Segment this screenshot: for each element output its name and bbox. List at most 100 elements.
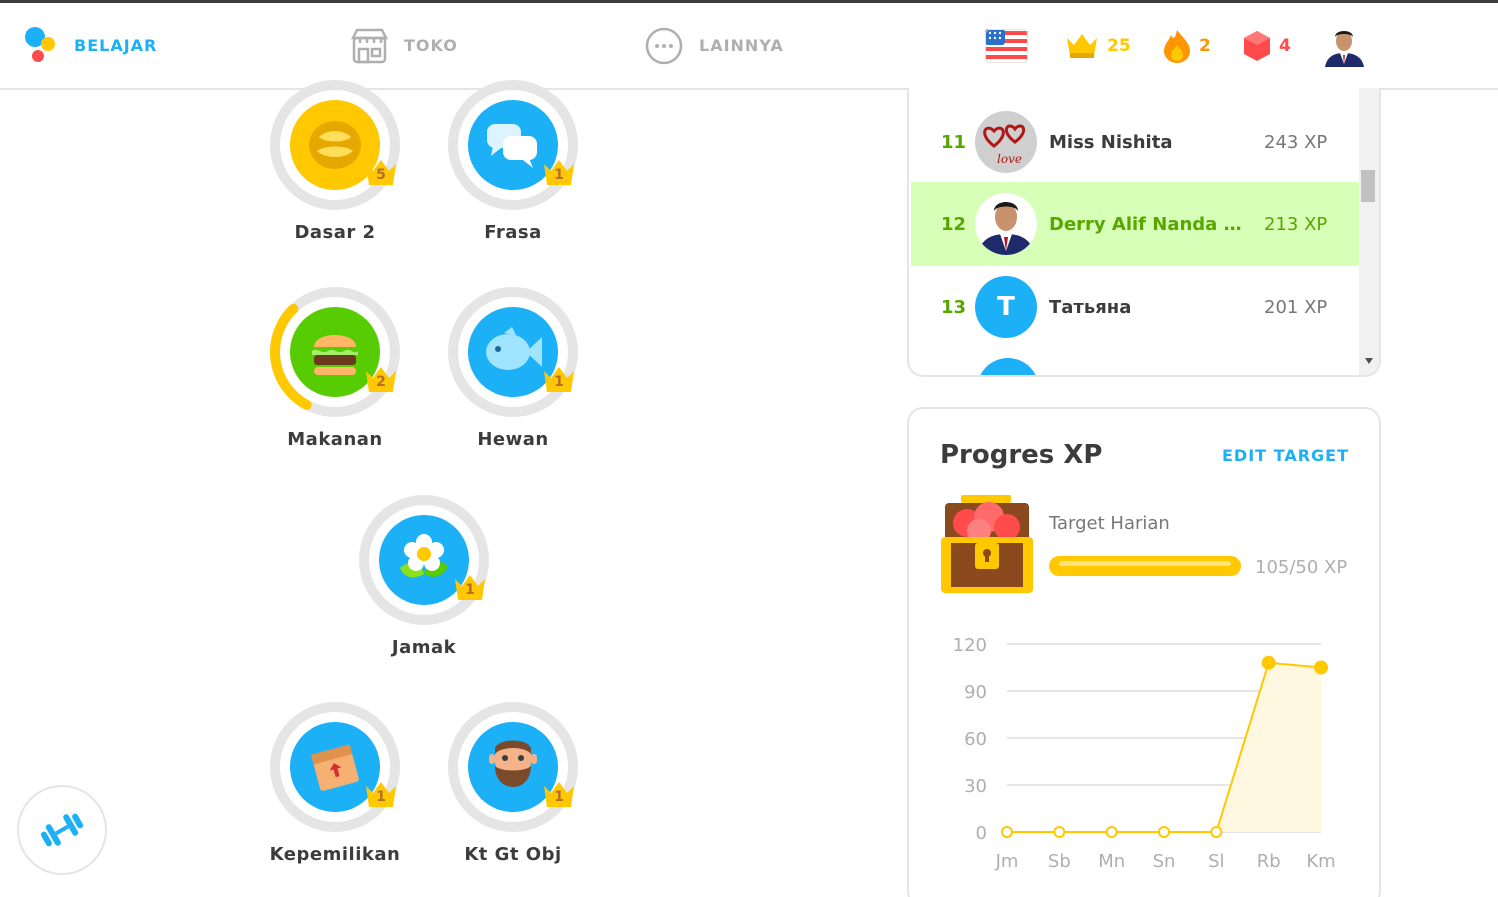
nav-more-label: LAINNYA (699, 36, 784, 55)
chart-point (1314, 660, 1328, 675)
crowns-count: 25 (1107, 35, 1131, 56)
skill-label: Kepemilikan (269, 844, 401, 865)
chart-x-tick-label: Sl (1208, 851, 1224, 872)
crown-level-badge: 1 (364, 780, 398, 810)
nav-learn-label: BELAJAR (74, 36, 158, 55)
chart-x-tick-label: Mn (1098, 851, 1125, 872)
skill-label: Frasa (484, 222, 542, 243)
daily-target-progress-value: 105/50 XP (1255, 557, 1348, 578)
chart-y-tick-label: 120 (953, 635, 987, 656)
crown-level: 5 (376, 167, 386, 183)
more-icon (645, 27, 683, 64)
crowns-counter[interactable]: 25 (1065, 3, 1131, 88)
leaderboard-scrollbar[interactable] (1359, 88, 1379, 375)
leaderboard-card: 11 love Miss Nishita 243 XP 12 Derry Ali… (907, 88, 1381, 377)
daily-target-progress-bar (1049, 556, 1241, 576)
crown-level-badge: 1 (542, 365, 576, 395)
xp-progress-title: Progres XP (940, 440, 1103, 470)
chart-point (1001, 826, 1013, 838)
chart-point (1261, 655, 1276, 670)
svg-text:love: love (997, 152, 1022, 166)
skill-label: Jamak (391, 637, 457, 658)
us-flag-icon (985, 28, 1028, 63)
leaderboard-name: Татьяна (1049, 296, 1132, 318)
avatar (975, 193, 1037, 255)
chart-x-tick-label: Sn (1153, 851, 1176, 872)
nav-shop-label: TOKO (404, 36, 458, 55)
avatar-initial: T (975, 276, 1037, 338)
chart-y-tick-label: 60 (964, 729, 987, 750)
leaderboard-row[interactable]: 13 T Татьяна 201 XP (911, 265, 1361, 349)
crown-level-badge: 1 (453, 573, 487, 603)
chart-y-tick-label: 30 (964, 776, 987, 797)
shop-icon (351, 28, 388, 63)
xp-weekly-chart: 0 30 60 90 120 Jm Sb Mn Sn Sl Rb Km (953, 635, 1336, 872)
avatar (1323, 24, 1366, 67)
skill-makanan[interactable]: 2 Makanan (245, 285, 425, 450)
leaderboard-row-current-user[interactable]: 12 Derry Alif Nanda Pr... 213 XP (911, 182, 1361, 266)
scroll-down-arrow-icon[interactable] (1365, 358, 1373, 364)
chart-area (1007, 662, 1321, 832)
streak-counter[interactable]: 2 (1163, 3, 1211, 88)
leaderboard-xp: 243 XP (1264, 131, 1328, 153)
skill-frasa[interactable]: 1 Frasa (423, 78, 603, 243)
treasure-chest-icon (941, 495, 1033, 593)
skill-label: Dasar 2 (294, 222, 376, 243)
leaderboard-name: Derry Alif Nanda Pr... (1049, 213, 1254, 235)
skill-label: Hewan (477, 429, 549, 450)
chart-x-tick-label: Km (1306, 851, 1335, 872)
skill-kepemilikan[interactable]: 1 Kepemilikan (245, 700, 425, 865)
leaderboard-row[interactable]: 11 love Miss Nishita 243 XP (911, 100, 1361, 184)
crown-level: 1 (554, 374, 564, 390)
chart-point (1158, 826, 1170, 838)
gems-counter[interactable]: 4 (1243, 3, 1291, 88)
nav-shop[interactable]: TOKO (351, 3, 458, 88)
leaderboard-rank: 13 (941, 296, 967, 318)
skill-jamak[interactable]: 1 Jamak (334, 493, 514, 658)
gem-icon (1244, 30, 1270, 61)
crown-icon (1067, 33, 1097, 58)
crown-level: 1 (554, 167, 564, 183)
chart-x-tick-label: Sb (1048, 851, 1071, 872)
chart-point (1053, 826, 1066, 838)
avatar (977, 358, 1039, 375)
xp-progress-card: Progres XP EDIT TARGET Target Harian 105… (907, 407, 1381, 897)
leaderboard-xp: 201 XP (1264, 296, 1328, 318)
crown-level: 1 (376, 789, 386, 805)
crown-level: 2 (376, 374, 386, 390)
leaderboard-rank: 11 (941, 131, 967, 153)
skill-label: Kt Gt Obj (464, 844, 562, 865)
crown-level-badge: 1 (542, 780, 576, 810)
chart-y-tick-label: 90 (964, 682, 987, 703)
skill-dasar-2[interactable]: 5 Dasar 2 (245, 78, 425, 243)
nav-learn[interactable]: BELAJAR (24, 3, 157, 88)
chart-point (1210, 826, 1223, 838)
chart-x-tick-label: Jm (995, 851, 1019, 872)
skill-hewan[interactable]: 1 Hewan (423, 285, 603, 450)
chart-point (1105, 826, 1118, 838)
scrollbar-thumb[interactable] (1361, 170, 1375, 202)
fire-icon (1164, 29, 1190, 63)
dumbbell-icon (40, 813, 84, 847)
leaderboard-rank: 12 (941, 213, 967, 235)
crown-level: 1 (554, 789, 564, 805)
streak-count: 2 (1199, 35, 1211, 56)
practice-weights-button[interactable] (17, 785, 107, 875)
skill-kt-gt-obj[interactable]: 1 Kt Gt Obj (423, 700, 603, 865)
crown-level-badge: 5 (364, 158, 398, 188)
nav-more[interactable]: LAINNYA (645, 3, 784, 88)
daily-target-label: Target Harian (1049, 513, 1170, 534)
profile-avatar-button[interactable] (1323, 3, 1366, 88)
leaderboard-xp: 213 XP (1264, 213, 1328, 235)
gems-count: 4 (1279, 35, 1291, 56)
edit-target-button[interactable]: EDIT TARGET (1222, 446, 1349, 465)
crown-level-badge: 2 (364, 365, 398, 395)
learn-icon (25, 26, 55, 62)
crown-level-badge: 1 (542, 158, 576, 188)
skill-label: Makanan (287, 429, 383, 450)
crown-level: 1 (465, 582, 475, 598)
avatar: love (975, 111, 1037, 173)
language-flag-button[interactable] (985, 3, 1028, 88)
top-navigation: BELAJAR TOKO LAINNYA 25 2 4 (0, 3, 1498, 90)
chart-x-tick-label: Rb (1257, 851, 1281, 872)
